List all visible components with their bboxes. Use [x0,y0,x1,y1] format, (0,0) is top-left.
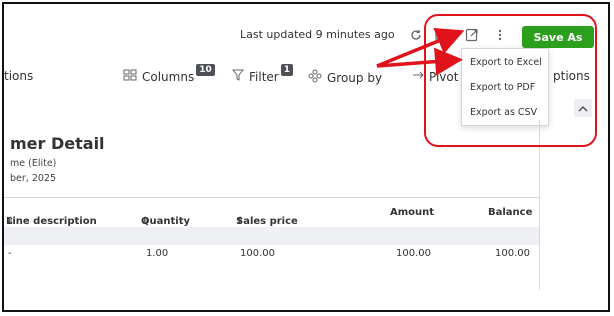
export-icon[interactable] [464,27,480,43]
report-toolbar: Last updated 9 minutes ago Save As [4,18,604,50]
pivot-button[interactable]: Pivot [412,69,458,84]
group-by-icon [308,69,322,86]
filter-icon [231,69,245,84]
filter-count-badge: 1 [280,63,293,76]
save-as-button[interactable]: Save As [522,26,594,48]
cell-quantity: 1.00 [146,248,169,259]
column-header-amount[interactable]: Amount [390,207,434,218]
report-date-range: ber, 2025 [10,173,56,184]
cell-sales-price: 100.00 [240,248,275,259]
sort-icon: ⇕ [141,216,150,227]
filter-button[interactable]: Filter 1 [231,63,293,84]
options-right-link[interactable]: ptions [553,69,590,83]
pivot-label: Pivot [429,69,459,84]
refresh-icon[interactable] [409,28,423,42]
cell-line-description: - [8,248,12,259]
report-panel: mer Detail me (Elite) ber, 2025 Line des… [4,120,540,290]
export-to-excel-item[interactable]: Export to Excel [470,57,542,68]
options-label: tions [4,69,34,83]
columns-count-badge: 10 [196,63,215,76]
export-as-csv-item[interactable]: Export as CSV [470,107,537,118]
options-right-label: ptions [553,69,590,83]
print-icon[interactable] [434,28,450,42]
last-updated-text: Last updated 9 minutes ago [240,28,395,41]
export-menu: Export to Excel Export to PDF Export as … [461,48,549,126]
sort-icon: ⇕ [236,216,245,227]
report-subtitle: me (Elite) [10,158,57,169]
chevron-up-icon[interactable] [574,99,592,117]
cell-amount: 100.00 [396,248,431,259]
columns-button[interactable]: Columns 10 [123,63,215,84]
column-header-balance[interactable]: Balance [488,207,532,218]
table-header: Line description ⇕ Quantity ⇕ Sales pric… [4,197,539,228]
export-to-pdf-item[interactable]: Export to PDF [470,82,535,93]
cell-balance: 100.00 [495,248,530,259]
more-options-icon[interactable] [496,28,504,42]
columns-label: Columns [142,69,195,84]
sort-icon: ⇕ [6,216,15,227]
pivot-icon [412,69,424,84]
group-by-button[interactable]: Group by [308,69,382,86]
table-row[interactable]: - 1.00 100.00 100.00 100.00 [4,245,539,261]
group-by-label: Group by [327,70,383,85]
options-link[interactable]: tions [4,69,33,83]
columns-icon [123,69,137,84]
filter-label: Filter [249,69,279,84]
report-title: mer Detail [10,134,105,153]
group-header-row [4,227,539,245]
